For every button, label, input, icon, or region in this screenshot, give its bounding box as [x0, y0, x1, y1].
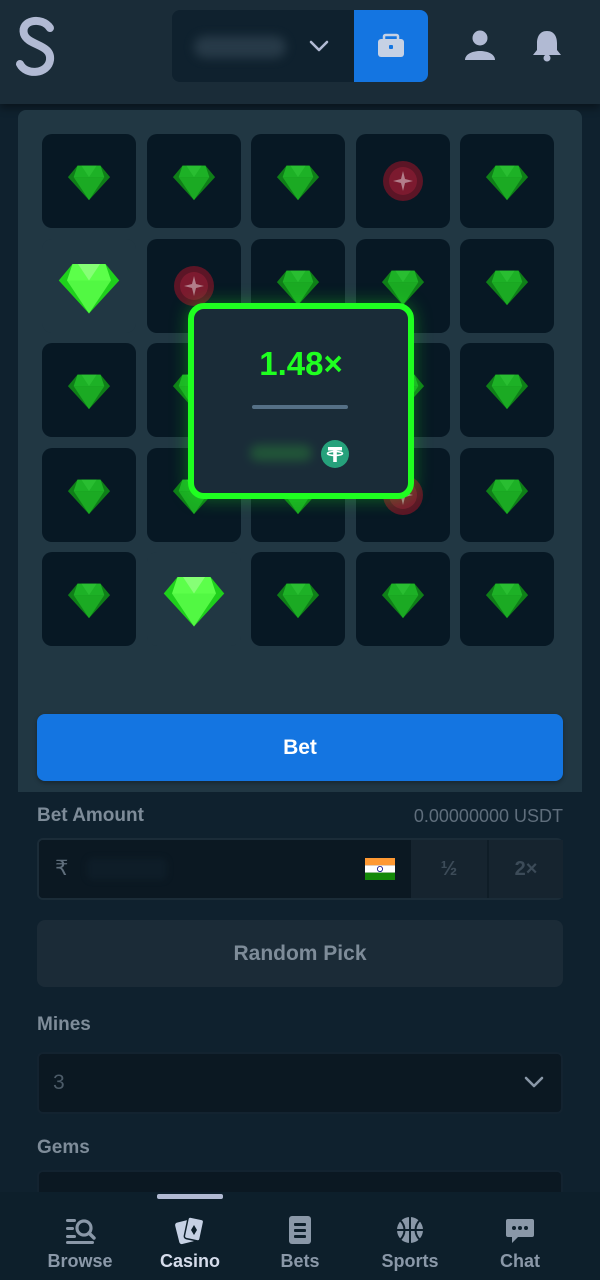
- tile-gem[interactable]: [460, 134, 554, 228]
- tile-gem[interactable]: [460, 239, 554, 333]
- tile-gem[interactable]: [251, 134, 345, 228]
- gems-label: Gems: [37, 1137, 90, 1158]
- gem-icon: [163, 577, 225, 627]
- tile-gem[interactable]: [356, 552, 450, 646]
- random-pick-button[interactable]: Random Pick: [37, 920, 563, 987]
- nav-label-chat: Chat: [500, 1251, 540, 1271]
- mines-label: Mines: [37, 1014, 91, 1035]
- balance-value-hidden: [194, 36, 286, 58]
- browse-icon: [66, 1219, 96, 1244]
- usdt-icon: [321, 440, 349, 468]
- tile-gem[interactable]: [460, 343, 554, 437]
- nav-browse[interactable]: Browse: [25, 1192, 135, 1280]
- mines-select[interactable]: 3: [37, 1052, 563, 1114]
- bets-icon: [289, 1216, 311, 1244]
- gem-icon: [67, 583, 111, 619]
- bet-button[interactable]: Bet: [37, 714, 563, 781]
- nav-label-bets: Bets: [280, 1251, 320, 1271]
- gem-icon: [58, 264, 120, 314]
- currency-symbol: ₹: [55, 857, 69, 880]
- tile-gem[interactable]: [42, 552, 136, 646]
- nav-sports[interactable]: Sports: [355, 1192, 465, 1280]
- balance-dropdown[interactable]: [172, 10, 356, 82]
- win-popup: 1.48×: [188, 303, 414, 499]
- gem-icon: [67, 165, 111, 201]
- win-divider: [252, 405, 348, 409]
- chevron-down-icon: [524, 1076, 544, 1088]
- tile-gem-revealed[interactable]: [42, 239, 136, 333]
- half-amount-button[interactable]: ½: [411, 840, 487, 898]
- casino-icon: [175, 1216, 205, 1245]
- double-amount-button[interactable]: 2×: [487, 840, 563, 898]
- gem-icon: [485, 165, 529, 201]
- mine-icon: [174, 266, 214, 306]
- bet-amount-input[interactable]: ₹: [39, 840, 411, 898]
- tile-gem-revealed[interactable]: [147, 552, 241, 646]
- mines-value: 3: [53, 1071, 65, 1094]
- win-multiplier: 1.48×: [259, 345, 343, 382]
- win-amount-hidden: [250, 445, 312, 461]
- bell-icon[interactable]: [530, 28, 564, 62]
- nav-casino[interactable]: Casino: [135, 1192, 245, 1280]
- tile-gem[interactable]: [42, 134, 136, 228]
- gem-icon: [172, 165, 216, 201]
- tile-gem[interactable]: [147, 134, 241, 228]
- wallet-icon: [378, 33, 404, 57]
- bottom-nav: Browse Casino Bets Sports Chat: [0, 1192, 600, 1280]
- chat-icon: [506, 1219, 534, 1243]
- tile-mine[interactable]: [356, 134, 450, 228]
- tile-gem[interactable]: [460, 552, 554, 646]
- user-icon[interactable]: [463, 28, 497, 62]
- wallet-button[interactable]: [354, 10, 428, 82]
- mine-icon: [383, 161, 423, 201]
- stake-logo[interactable]: [14, 14, 60, 80]
- nav-bets[interactable]: Bets: [245, 1192, 355, 1280]
- tile-gem[interactable]: [251, 552, 345, 646]
- bet-amount-value: 0.00000000 USDT: [413, 806, 563, 826]
- amount-value-hidden: [87, 858, 167, 880]
- gem-icon: [485, 270, 529, 306]
- nav-label-casino: Casino: [159, 1251, 220, 1271]
- top-header: [0, 0, 600, 104]
- india-flag-icon: [365, 858, 395, 880]
- gem-icon: [485, 583, 529, 619]
- gem-icon: [485, 374, 529, 410]
- gem-icon: [381, 583, 425, 619]
- nav-label-sports: Sports: [381, 1251, 439, 1271]
- chevron-down-icon: [309, 40, 329, 52]
- sports-icon: [397, 1217, 423, 1243]
- tile-gem[interactable]: [42, 448, 136, 542]
- bet-amount-field: ₹ ½ 2×: [37, 838, 563, 900]
- gem-icon: [485, 479, 529, 515]
- tile-gem[interactable]: [460, 448, 554, 542]
- gem-icon: [276, 583, 320, 619]
- nav-label-browse: Browse: [47, 1251, 113, 1271]
- gem-icon: [276, 165, 320, 201]
- bet-amount-label: Bet Amount: [37, 805, 144, 826]
- gem-icon: [67, 479, 111, 515]
- tile-gem[interactable]: [42, 343, 136, 437]
- gem-icon: [67, 374, 111, 410]
- nav-chat[interactable]: Chat: [465, 1192, 575, 1280]
